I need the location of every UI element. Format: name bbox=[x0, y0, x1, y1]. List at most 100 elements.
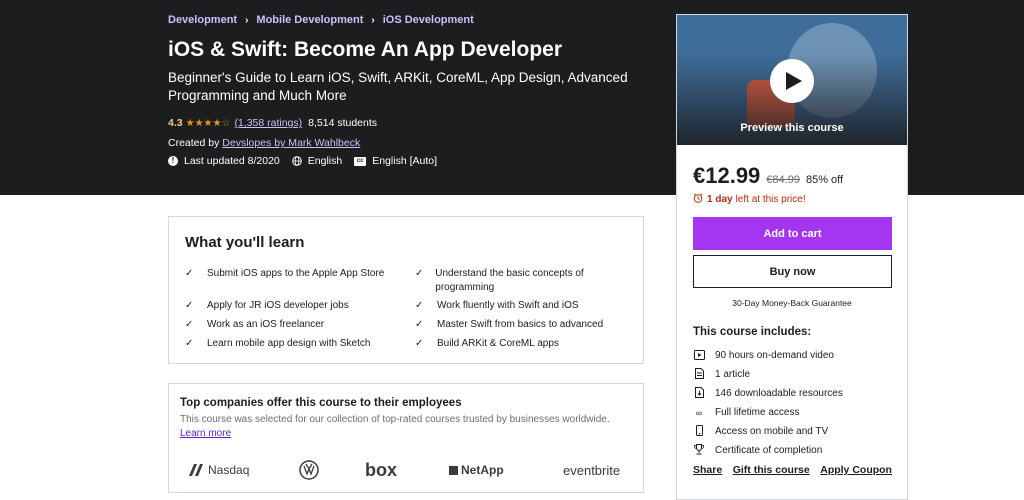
check-icon: ✓ bbox=[185, 338, 194, 349]
learn-item: ✓ Understand the basic concepts of progra… bbox=[415, 267, 615, 295]
download-icon bbox=[693, 387, 705, 400]
learn-item-text: Master Swift from basics to advanced bbox=[437, 319, 604, 330]
learn-item-text: Apply for JR iOS developer jobs bbox=[207, 300, 349, 311]
netapp-logo: NetApp bbox=[449, 460, 504, 480]
captions-text: English [Auto] bbox=[372, 155, 438, 167]
ratings-count-link[interactable]: (1,358 ratings) bbox=[234, 117, 302, 129]
infinity-icon: ∞ bbox=[695, 407, 703, 418]
breadcrumb: Development › Mobile Development › iOS D… bbox=[168, 14, 474, 26]
what-you-will-learn: What you'll learn ✓ Submit iOS apps to th… bbox=[168, 216, 644, 364]
globe-icon bbox=[291, 156, 302, 166]
check-icon: ✓ bbox=[185, 300, 194, 311]
volkswagen-icon bbox=[299, 460, 319, 480]
company-logos: Nasdaq box NetApp eventbrite bbox=[187, 460, 627, 480]
rating-row: 4.3 ★★★★☆ (1,358 ratings) 8,514 students bbox=[168, 117, 377, 129]
buy-now-button[interactable]: Buy now bbox=[693, 255, 892, 288]
includes-item-text: Full lifetime access bbox=[715, 407, 800, 418]
alarm-clock-icon bbox=[693, 193, 703, 206]
course-subtitle: Beginner's Guide to Learn iOS, Swift, AR… bbox=[168, 70, 628, 103]
includes-item-text: Certificate of completion bbox=[715, 445, 823, 456]
learn-more-link[interactable]: Learn more bbox=[180, 428, 231, 439]
includes-item: 90 hours on-demand video bbox=[693, 346, 843, 365]
learn-item: ✓ Submit iOS apps to the Apple App Store bbox=[185, 267, 385, 281]
netapp-icon bbox=[449, 465, 458, 475]
includes-title: This course includes: bbox=[693, 326, 812, 338]
discount-percent: 85% off bbox=[805, 174, 844, 186]
includes-item-text: 90 hours on-demand video bbox=[715, 350, 834, 361]
learn-item: ✓ Apply for JR iOS developer jobs bbox=[185, 299, 385, 313]
companies-description: This course was selected for our collect… bbox=[180, 414, 610, 425]
learn-item: ✓ Build ARKit & CoreML apps bbox=[415, 337, 615, 351]
language-text: English bbox=[307, 155, 343, 167]
box-logo: box bbox=[365, 459, 398, 480]
check-icon: ✓ bbox=[415, 268, 424, 279]
purchase-sidebar: Preview this course €12.99 €84.99 85% of… bbox=[676, 14, 908, 500]
includes-item-text: Access on mobile and TV bbox=[715, 426, 829, 437]
netapp-text: NetApp bbox=[461, 463, 504, 477]
sidebar-links: Share Gift this course Apply Coupon bbox=[693, 464, 892, 476]
top-companies-box: Top companies offer this course to their… bbox=[168, 383, 644, 493]
alert-icon: ! bbox=[168, 156, 178, 166]
trophy-icon bbox=[693, 444, 705, 457]
check-icon: ✓ bbox=[415, 300, 424, 311]
learn-item-text: Build ARKit & CoreML apps bbox=[437, 338, 559, 349]
share-link[interactable]: Share bbox=[693, 464, 722, 476]
instructor-link[interactable]: Devslopes by Mark Wahlbeck bbox=[222, 137, 360, 149]
course-title: iOS & Swift: Become An App Developer bbox=[168, 38, 563, 61]
money-back-guarantee: 30-Day Money-Back Guarantee bbox=[732, 298, 852, 308]
last-updated-text: Last updated 8/2020 bbox=[184, 155, 280, 167]
language: English bbox=[291, 155, 343, 167]
volkswagen-logo bbox=[299, 460, 319, 480]
includes-item-text: 1 article bbox=[715, 369, 751, 380]
play-icon[interactable] bbox=[770, 59, 814, 103]
learn-item-text: Understand the basic concepts of program… bbox=[435, 268, 584, 293]
original-price: €84.99 bbox=[766, 174, 800, 186]
breadcrumb-mobile-development[interactable]: Mobile Development bbox=[256, 14, 363, 26]
timer-days: 1 day bbox=[707, 194, 733, 205]
created-by-label: Created by bbox=[168, 137, 220, 149]
breadcrumb-development[interactable]: Development bbox=[168, 14, 237, 26]
includes-item: 1 article bbox=[693, 365, 843, 384]
preview-label: Preview this course bbox=[740, 122, 844, 134]
closed-captions-icon: cc bbox=[354, 156, 367, 166]
course-preview[interactable]: Preview this course bbox=[677, 15, 907, 145]
price-row: €12.99 €84.99 85% off bbox=[693, 163, 843, 189]
nasdaq-text: Nasdaq bbox=[208, 463, 250, 477]
nasdaq-icon bbox=[189, 464, 203, 476]
breadcrumb-ios-development[interactable]: iOS Development bbox=[383, 14, 474, 26]
learn-item-text: Learn mobile app design with Sketch bbox=[207, 338, 371, 349]
companies-title: Top companies offer this course to their… bbox=[180, 397, 462, 409]
last-updated: ! Last updated 8/2020 bbox=[168, 155, 280, 167]
learn-item: ✓ Master Swift from basics to advanced bbox=[415, 318, 615, 332]
includes-list: 90 hours on-demand video 1 article 146 d… bbox=[693, 346, 843, 460]
chevron-right-icon: › bbox=[245, 14, 249, 26]
learn-item-text: Submit iOS apps to the Apple App Store bbox=[207, 268, 385, 279]
check-icon: ✓ bbox=[415, 338, 424, 349]
chevron-right-icon: › bbox=[371, 14, 375, 26]
eventbrite-logo: eventbrite bbox=[563, 462, 621, 478]
gift-course-link[interactable]: Gift this course bbox=[733, 464, 810, 476]
current-price: €12.99 bbox=[693, 163, 761, 188]
mobile-icon bbox=[693, 425, 705, 438]
learn-item: ✓ Work as an iOS freelancer bbox=[185, 318, 385, 332]
timer-text: left at this price! bbox=[735, 194, 806, 205]
learn-title: What you'll learn bbox=[185, 234, 305, 251]
includes-item: Access on mobile and TV bbox=[693, 422, 843, 441]
includes-item: 146 downloadable resources bbox=[693, 384, 843, 403]
rating-value: 4.3 bbox=[168, 117, 183, 129]
star-rating-icon: ★★★★☆ bbox=[185, 117, 231, 129]
learn-item: ✓ Work fluently with Swift and iOS bbox=[415, 299, 615, 313]
video-icon bbox=[693, 349, 705, 362]
add-to-cart-button[interactable]: Add to cart bbox=[693, 217, 892, 250]
learn-item-text: Work fluently with Swift and iOS bbox=[437, 300, 579, 311]
check-icon: ✓ bbox=[185, 319, 194, 330]
nasdaq-logo: Nasdaq bbox=[187, 460, 249, 480]
captions: cc English [Auto] bbox=[354, 155, 437, 167]
includes-item-text: 146 downloadable resources bbox=[715, 388, 843, 399]
apply-coupon-link[interactable]: Apply Coupon bbox=[820, 464, 892, 476]
check-icon: ✓ bbox=[415, 319, 424, 330]
created-by: Created by Devslopes by Mark Wahlbeck bbox=[168, 137, 360, 149]
learn-item-text: Work as an iOS freelancer bbox=[207, 319, 325, 330]
article-icon bbox=[693, 368, 705, 381]
learn-item: ✓ Learn mobile app design with Sketch bbox=[185, 337, 385, 351]
